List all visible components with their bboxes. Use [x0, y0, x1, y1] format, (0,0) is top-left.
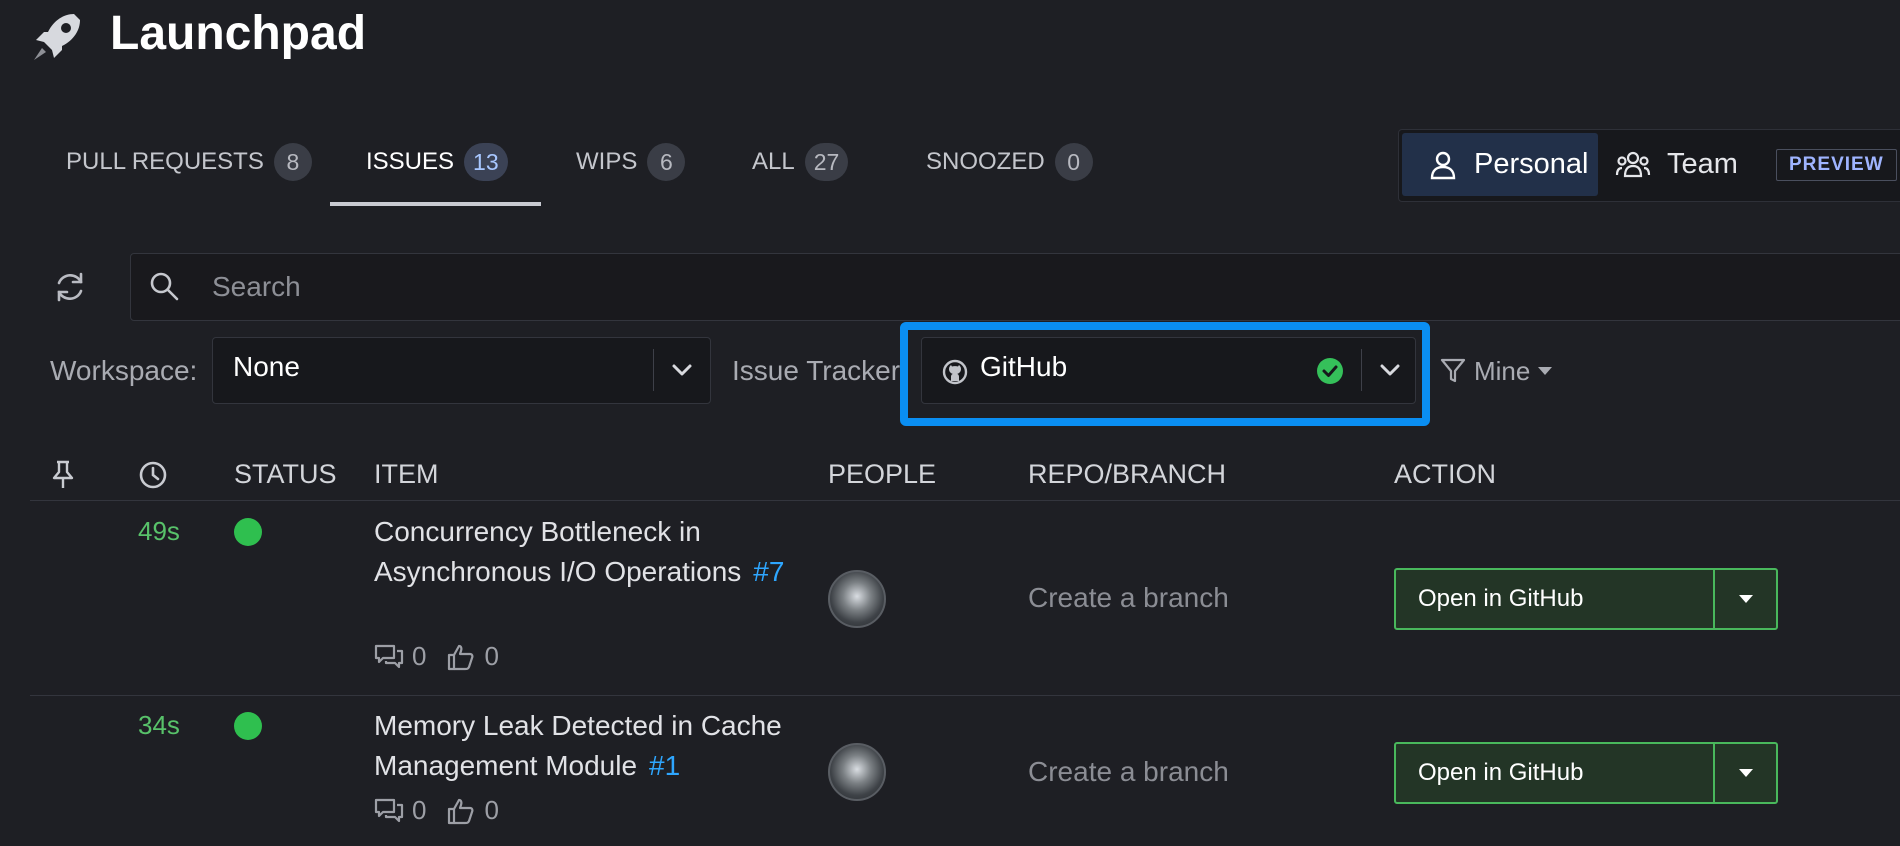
column-header-status: STATUS: [234, 459, 337, 489]
comments-icon: [374, 796, 404, 826]
tab-label: SNOOZED: [926, 148, 1045, 175]
select-divider: [653, 349, 654, 391]
comment-count: 0: [412, 795, 427, 825]
issue-title[interactable]: Memory Leak Detected in Cache Management…: [374, 706, 804, 786]
personal-view-button[interactable]: Personal: [1402, 133, 1598, 196]
tab-pull-requests[interactable]: PULL REQUESTS 8: [66, 142, 312, 182]
avatar[interactable]: [828, 743, 886, 801]
select-divider: [1361, 349, 1362, 391]
issue-tracker-label: Issue Tracker: [732, 355, 901, 386]
create-branch-link[interactable]: Create a branch: [1028, 756, 1229, 788]
workspace-label: Workspace:: [50, 355, 198, 386]
count-badge: 13: [464, 143, 508, 181]
app-title: Launchpad: [110, 7, 367, 60]
caret-down-icon[interactable]: [1738, 766, 1754, 780]
personal-label: Personal: [1474, 148, 1589, 180]
thumbs-up-icon: [446, 642, 476, 672]
like-count: 0: [484, 795, 499, 825]
column-header-repo-branch: REPO/BRANCH: [1028, 459, 1227, 489]
search-icon: [148, 270, 180, 302]
mine-filter-button[interactable]: Mine: [1440, 353, 1553, 389]
count-badge: 6: [647, 143, 686, 181]
create-branch-link[interactable]: Create a branch: [1028, 582, 1229, 614]
issue-tracker-value: GitHub: [980, 351, 1068, 382]
preview-badge: PREVIEW: [1776, 149, 1897, 181]
avatar[interactable]: [828, 570, 886, 628]
tab-issues[interactable]: ISSUES 13: [366, 142, 508, 182]
column-header-item: ITEM: [374, 459, 439, 489]
users-icon: [1615, 150, 1651, 180]
workspace-value: None: [233, 351, 300, 382]
split-divider: [1713, 744, 1715, 802]
tab-label: ISSUES: [366, 148, 455, 175]
row-divider: [30, 695, 1900, 696]
team-view-button[interactable]: Team: [1615, 133, 1738, 196]
chevron-down-icon[interactable]: [1377, 357, 1403, 383]
open-in-github-split-button: Open in GitHub: [1394, 742, 1778, 804]
tab-label: ALL: [752, 148, 795, 175]
issue-number-link[interactable]: #1: [649, 750, 680, 781]
issue-meta: 0 0: [374, 795, 499, 826]
search-input[interactable]: [210, 258, 1714, 316]
issue-title[interactable]: Concurrency Bottleneck in Asynchronous I…: [374, 512, 804, 592]
active-tab-indicator: [330, 202, 541, 206]
count-badge: 27: [804, 143, 849, 181]
comment-count: 0: [412, 641, 427, 671]
tab-all[interactable]: ALL 27: [752, 142, 849, 182]
rocket-icon: [30, 8, 86, 64]
issue-title-text: Memory Leak Detected in Cache Management…: [374, 710, 782, 781]
tab-label: PULL REQUESTS: [66, 148, 264, 175]
issue-meta: 0 0: [374, 641, 499, 672]
row-age: 49s: [138, 516, 180, 546]
header-divider: [30, 500, 1900, 501]
count-badge: 0: [1054, 143, 1093, 181]
thumbs-up-icon: [446, 796, 476, 826]
open-in-github-button[interactable]: Open in GitHub: [1418, 570, 1583, 628]
tab-wips[interactable]: WIPS 6: [576, 142, 686, 182]
open-in-github-button[interactable]: Open in GitHub: [1418, 744, 1583, 802]
split-divider: [1713, 570, 1715, 628]
issue-title-text: Concurrency Bottleneck in Asynchronous I…: [374, 516, 742, 587]
tab-snoozed[interactable]: SNOOZED 0: [926, 142, 1093, 182]
mine-label: Mine: [1474, 355, 1531, 386]
column-header-action: ACTION: [1394, 459, 1497, 489]
chevron-down-icon[interactable]: [669, 357, 695, 383]
caret-down-icon[interactable]: [1738, 592, 1754, 606]
count-badge: 8: [273, 143, 312, 181]
tab-label: WIPS: [576, 148, 638, 175]
clock-icon: [138, 460, 168, 490]
team-label: Team: [1667, 148, 1738, 180]
open-in-github-split-button: Open in GitHub: [1394, 568, 1778, 630]
row-age: 34s: [138, 710, 180, 740]
caret-down-icon: [1538, 366, 1553, 376]
check-circle-icon: [1316, 357, 1344, 385]
pin-icon: [50, 460, 76, 490]
column-header-people: PEOPLE: [828, 459, 937, 489]
comments-icon: [374, 642, 404, 672]
status-dot: [234, 518, 262, 546]
status-dot: [234, 712, 262, 740]
user-icon: [1428, 150, 1458, 180]
filter-icon: [1440, 357, 1466, 385]
github-icon: [942, 359, 968, 385]
issue-number-link[interactable]: #7: [753, 556, 784, 587]
refresh-icon[interactable]: [52, 269, 88, 305]
like-count: 0: [484, 641, 499, 671]
